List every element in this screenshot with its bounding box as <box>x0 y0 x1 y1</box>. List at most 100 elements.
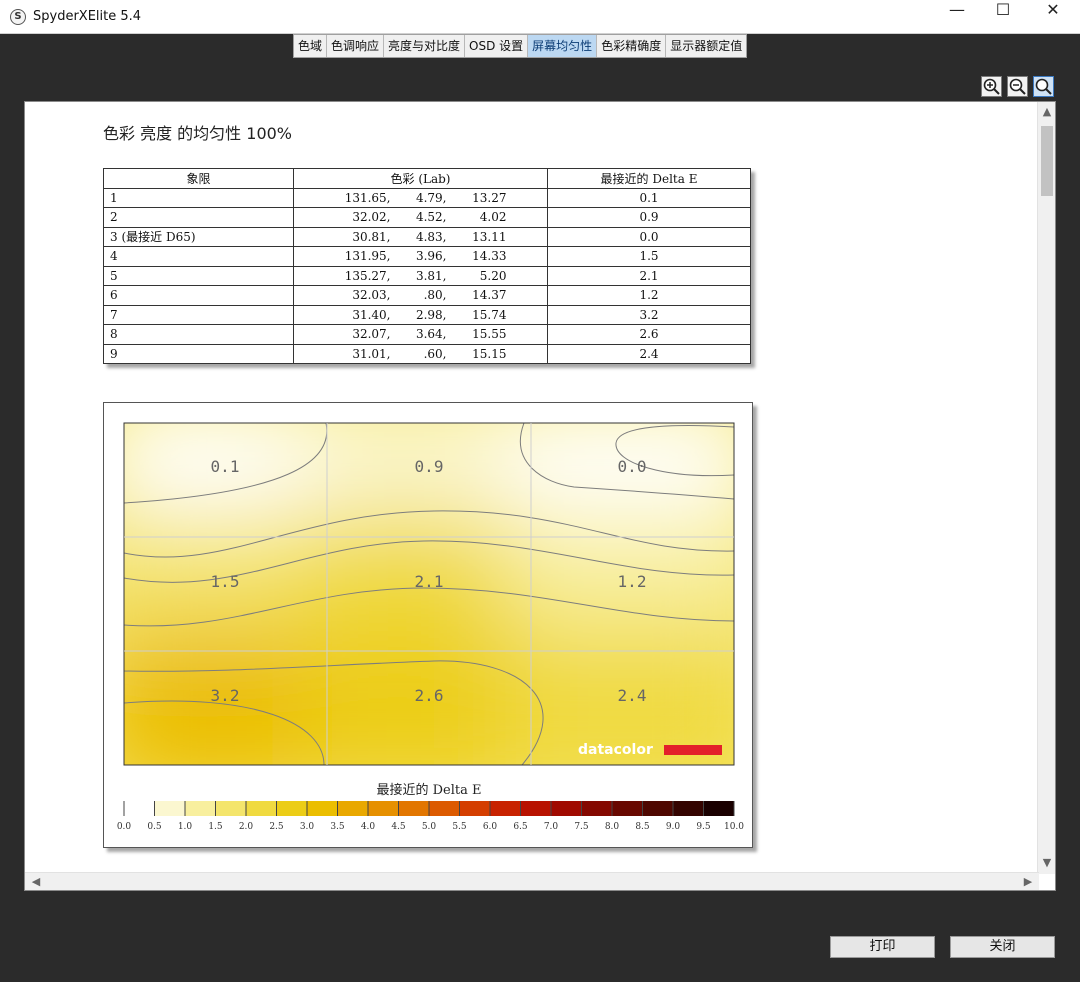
colorbar-tick-label: 5.5 <box>452 822 467 832</box>
tab-gamut[interactable]: 色域 <box>294 35 328 57</box>
cell-value-label: 0.0 <box>618 457 647 476</box>
vertical-scrollbar[interactable]: ▲ ▼ <box>1037 102 1055 874</box>
quadrant-cell: 5 <box>103 265 294 286</box>
colorbar-tick-label: 4.0 <box>361 822 376 832</box>
delta-e-cell: 1.2 <box>547 285 751 306</box>
print-button[interactable]: 打印 <box>830 936 935 958</box>
table-row: 9 31.01, .60, 15.15 2.4 <box>103 343 751 364</box>
colorbar-tick-label: 0.0 <box>117 822 132 832</box>
colorbar-segment <box>612 801 643 816</box>
table-row: 5 135.27, 3.81, 5.20 2.1 <box>103 265 751 286</box>
scroll-down-arrow-icon[interactable]: ▼ <box>1038 856 1056 869</box>
quadrant-cell: 3 (最接近 D65) <box>103 226 294 247</box>
column-header-quadrant: 象限 <box>103 168 294 189</box>
colorbar-segment <box>490 801 521 816</box>
lab-cell: 31.01, .60, 15.15 <box>293 343 548 364</box>
cell-value-label: 3.2 <box>211 686 240 705</box>
colorbar-tick-label: 10.0 <box>724 822 744 832</box>
colorbar-tick-label: 2.0 <box>239 822 254 832</box>
lab-cell: 32.07, 3.64, 15.55 <box>293 324 548 345</box>
delta-e-cell: 1.5 <box>547 246 751 267</box>
colorbar-tick-label: 5.0 <box>422 822 437 832</box>
delta-e-cell: 2.1 <box>547 265 751 286</box>
colorbar-tick-label: 2.5 <box>269 822 284 832</box>
tab-tone-response[interactable]: 色调响应 <box>327 35 385 57</box>
cell-value-label: 2.6 <box>415 686 444 705</box>
lab-cell: 131.65, 4.79, 13.27 <box>293 187 548 208</box>
cell-value-label: 1.5 <box>211 572 240 591</box>
colorbar-tick-label: 1.0 <box>178 822 193 832</box>
close-window-button[interactable]: ✕ <box>1030 0 1076 34</box>
quadrant-cell: 8 <box>103 324 294 345</box>
tab-brightness-contrast[interactable]: 亮度与对比度 <box>384 35 466 57</box>
colorbar-segment <box>154 801 186 816</box>
table-row: 3 (最接近 D65) 30.81, 4.83, 13.11 0.0 <box>103 226 751 247</box>
lab-cell: 32.02, 4.52, 4.02 <box>293 207 548 228</box>
tab-color-accuracy[interactable]: 色彩精确度 <box>597 35 667 57</box>
lab-cell: 30.81, 4.83, 13.11 <box>293 226 548 247</box>
cell-value-label: 0.1 <box>211 457 240 476</box>
colorbar-segment <box>429 801 460 816</box>
zoom-fit-icon[interactable] <box>1033 76 1054 97</box>
delta-e-cell: 2.4 <box>547 343 751 364</box>
quadrant-cell: 1 <box>103 187 294 208</box>
colorbar-tick-label: 8.0 <box>605 822 620 832</box>
scroll-up-arrow-icon[interactable]: ▲ <box>1038 105 1056 118</box>
colorbar-segment <box>520 801 552 816</box>
table-row: 4 131.95, 3.96, 14.33 1.5 <box>103 246 751 267</box>
horizontal-scrollbar[interactable]: ◀ ▶ <box>25 872 1039 890</box>
tab-display-rating[interactable]: 显示器额定值 <box>666 35 747 57</box>
uniformity-heatmap: 0.1 0.9 0.0 1.5 2.1 1.2 3.2 2.6 2.4 data… <box>117 422 744 832</box>
colorbar-tick-label: 1.5 <box>208 822 223 832</box>
delta-e-cell: 0.9 <box>547 207 751 228</box>
lab-cell: 31.40, 2.98, 15.74 <box>293 304 548 325</box>
colorbar-segment <box>673 801 704 816</box>
zoom-in-icon[interactable] <box>981 76 1002 97</box>
colorbar-segment <box>124 801 155 816</box>
column-header-lab: 色彩 (Lab) <box>293 168 548 189</box>
delta-e-cell: 0.0 <box>547 226 751 247</box>
colorbar-tick-label: 3.0 <box>300 822 315 832</box>
cell-value-label: 0.9 <box>415 457 444 476</box>
cell-value-label: 2.1 <box>415 572 444 591</box>
colorbar-segment <box>276 801 308 816</box>
quadrant-cell: 4 <box>103 246 294 267</box>
quadrant-cell: 6 <box>103 285 294 306</box>
colorbar-tick-label: 4.5 <box>391 822 406 832</box>
close-button[interactable]: 关闭 <box>950 936 1055 958</box>
scroll-left-arrow-icon[interactable]: ◀ <box>27 875 45 888</box>
colorbar-segment <box>398 801 430 816</box>
app-logo-icon: S <box>10 9 26 25</box>
datacolor-logo-bar <box>664 745 722 755</box>
colorbar-segment <box>368 801 399 816</box>
delta-e-cell: 0.1 <box>547 187 751 208</box>
tab-osd-settings[interactable]: OSD 设置 <box>465 35 529 57</box>
colorbar-tick-label: 6.0 <box>483 822 498 832</box>
title-bar: S SpyderXElite 5.4 — ☐ ✕ <box>0 0 1080 34</box>
report-viewer[interactable]: 色彩 亮度 的均匀性 100% 象限 色彩 (Lab) 最接近的 Delta E… <box>24 101 1056 891</box>
quadrant-cell: 2 <box>103 207 294 228</box>
colorbar-segment <box>185 801 216 816</box>
quadrant-cell: 7 <box>103 304 294 325</box>
datacolor-logo: datacolor <box>578 742 653 758</box>
lab-cell: 32.03, .80, 14.37 <box>293 285 548 306</box>
colorbar-tick-label: 7.0 <box>544 822 559 832</box>
column-header-delta-e: 最接近的 Delta E <box>547 168 751 189</box>
colorbar-tick-label: 0.5 <box>147 822 162 832</box>
maximize-button[interactable]: ☐ <box>980 0 1026 34</box>
colorbar-segment <box>215 801 247 816</box>
colorbar-tick-label: 9.0 <box>666 822 681 832</box>
scroll-right-arrow-icon[interactable]: ▶ <box>1019 875 1037 888</box>
cell-value-label: 1.2 <box>618 572 647 591</box>
window-title: SpyderXElite 5.4 <box>33 9 142 24</box>
uniformity-table: 象限 色彩 (Lab) 最接近的 Delta E 1 131.65, 4.79, 1… <box>103 168 751 364</box>
zoom-out-icon[interactable] <box>1007 76 1028 97</box>
scrollbar-thumb[interactable] <box>1041 126 1053 196</box>
tab-screen-uniformity[interactable]: 屏幕均匀性 <box>528 35 598 57</box>
tab-strip: 色域 色调响应 亮度与对比度 OSD 设置 屏幕均匀性 色彩精确度 显示器额定值 <box>293 34 748 58</box>
table-row: 1 131.65, 4.79, 13.27 0.1 <box>103 187 751 208</box>
uniformity-heatmap-panel: 0.1 0.9 0.0 1.5 2.1 1.2 3.2 2.6 2.4 data… <box>103 402 753 848</box>
minimize-button[interactable]: — <box>934 0 980 34</box>
colorbar-title: 最接近的 Delta E <box>376 782 481 798</box>
colorbar-segment <box>642 801 674 816</box>
